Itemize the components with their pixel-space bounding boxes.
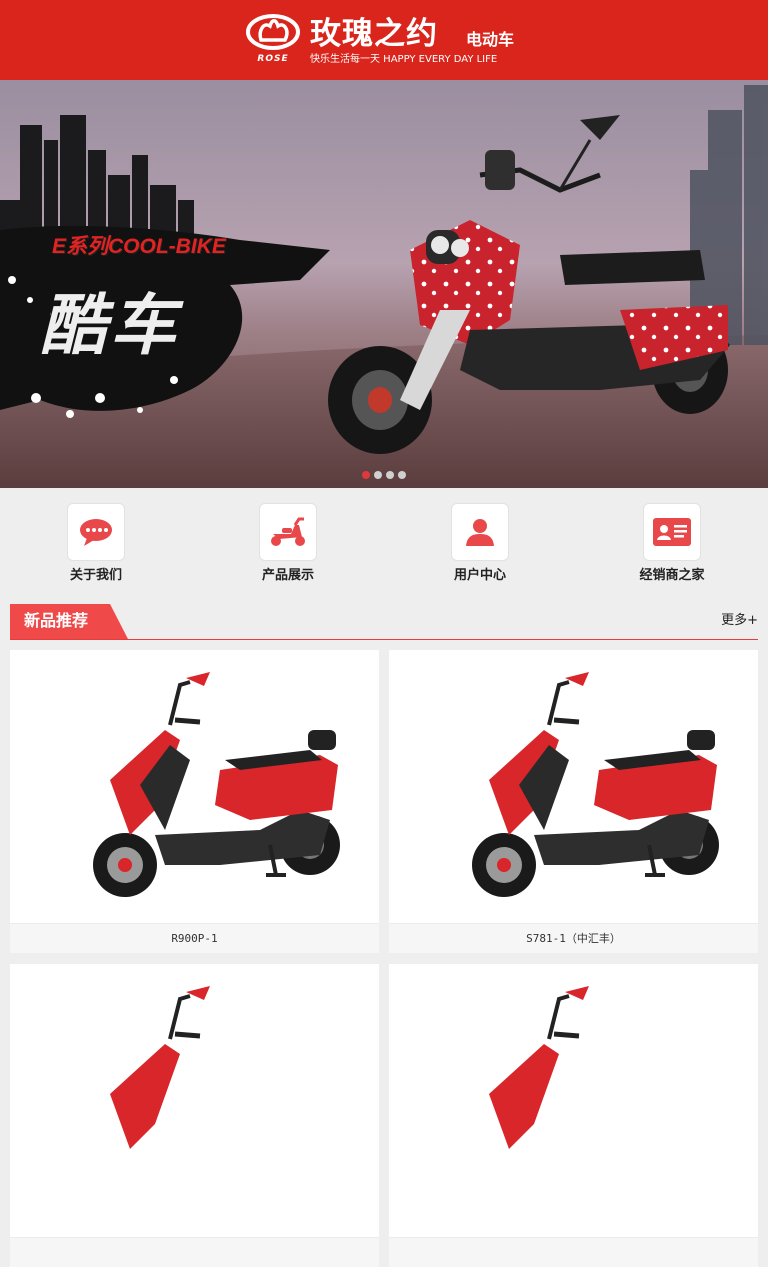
product-card[interactable]: R900P-1 (10, 650, 379, 953)
product-card[interactable] (389, 964, 758, 1267)
more-link[interactable]: 更多+ (721, 613, 758, 629)
brand-en: ROSE (257, 54, 289, 64)
product-card[interactable]: S781-1（中汇丰） (389, 650, 758, 953)
banner-caption: E系列COOL-BIKE (52, 235, 226, 258)
carousel-dot[interactable] (398, 471, 406, 479)
nav-icon-box (67, 503, 125, 561)
section-title: 新品推荐 (24, 611, 89, 630)
rose-logo-icon[interactable] (246, 14, 300, 50)
nav-about-us[interactable]: 关于我们 (36, 503, 156, 589)
user-icon (466, 519, 494, 546)
nav-label: 关于我们 (69, 568, 122, 583)
brand-name: 玫瑰之约 (310, 16, 438, 52)
banner-headline: 酷车 (40, 287, 180, 364)
nav-user-center[interactable]: 用户中心 (420, 503, 540, 589)
nav-dealer-home[interactable]: 经销商之家 (612, 503, 732, 589)
quick-nav: 关于我们 产品展示 用户中心 经销商之家 (0, 488, 768, 592)
new-products-section-header: 新品推荐 更多+ (10, 604, 758, 640)
nav-icon-box (451, 503, 509, 561)
product-image (10, 964, 379, 1237)
brand-subtitle: 电动车 (466, 30, 515, 49)
nav-label: 用户中心 (453, 568, 506, 583)
chat-bubble-icon (80, 519, 112, 546)
carousel-dot[interactable] (374, 471, 382, 479)
carousel-dot[interactable] (386, 471, 394, 479)
nav-icon-box (643, 503, 701, 561)
product-image (389, 964, 758, 1237)
product-image (389, 650, 758, 923)
nav-products[interactable]: 产品展示 (228, 503, 348, 589)
product-card[interactable] (10, 964, 379, 1267)
nav-label: 经销商之家 (639, 568, 705, 583)
product-name: S781-1（中汇丰） (389, 923, 758, 953)
brand-slogan: 快乐生活每一天 HAPPY EVERY DAY LIFE (310, 54, 498, 65)
product-name (389, 1237, 758, 1267)
nav-icon-box (259, 503, 317, 561)
hero-banner[interactable]: E系列COOL-BIKE 酷车 (0, 80, 768, 488)
product-name: R900P-1 (10, 923, 379, 953)
product-name (10, 1237, 379, 1267)
product-image (10, 650, 379, 923)
id-card-icon (653, 518, 691, 546)
scooter-icon (271, 517, 305, 546)
carousel-dot[interactable] (362, 471, 370, 479)
nav-label: 产品展示 (261, 568, 314, 583)
carousel-indicators (362, 471, 406, 479)
site-header: ROSE 玫瑰之约 电动车 快乐生活每一天 HAPPY EVERY DAY LI… (0, 0, 768, 80)
